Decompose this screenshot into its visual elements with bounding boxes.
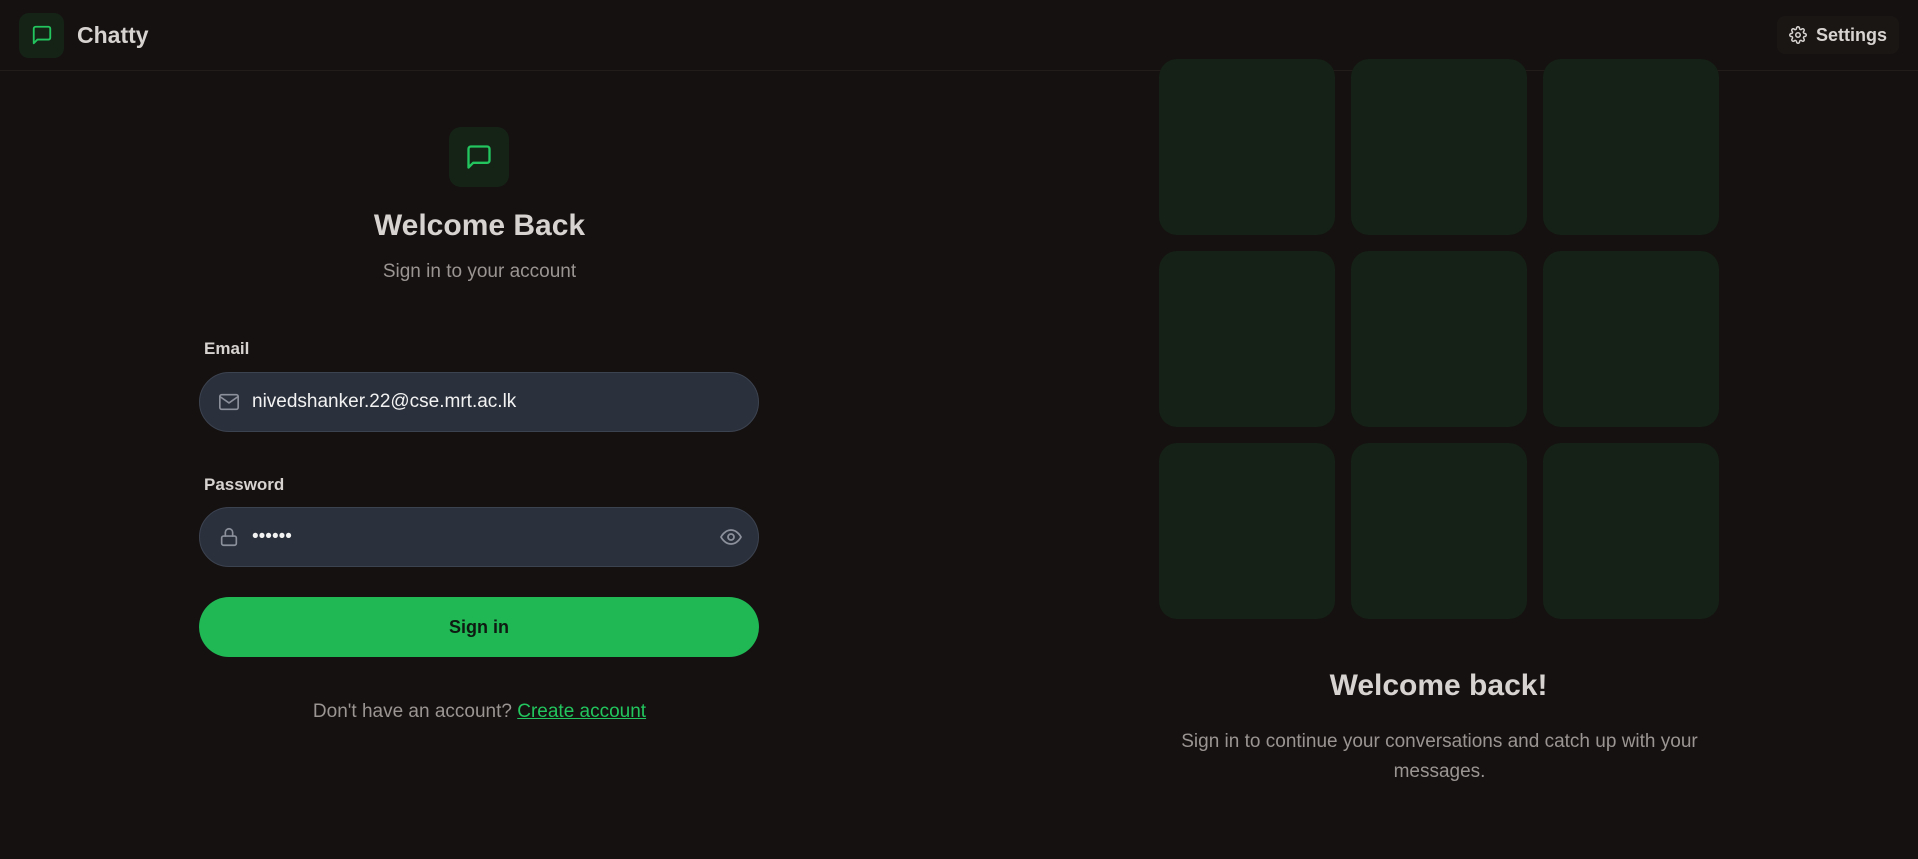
lock-icon [216,524,242,550]
gear-icon [1789,26,1807,44]
message-square-icon [19,12,64,58]
settings-button[interactable]: Settings [1776,16,1899,54]
password-label: Password [204,475,285,494]
pattern-tile [1351,443,1527,619]
email-field[interactable] [242,373,744,431]
page-subtitle: Sign in to your account [382,261,577,282]
brand-link[interactable]: Chatty [19,12,149,58]
pattern-tile [1159,59,1335,235]
pattern-tile [1543,251,1719,427]
password-field[interactable] [242,508,718,566]
email-field-wrapper [199,372,759,432]
settings-label: Settings [1815,24,1887,45]
sign-in-button[interactable]: Sign in [199,597,759,657]
auth-image-pattern: Welcome back! Sign in to continue your c… [959,59,1918,859]
app-name: Chatty [77,21,149,48]
password-field-wrapper [199,507,759,567]
email-label: Email [204,339,250,358]
login-panel: Welcome Back Sign in to your account Ema… [0,71,959,859]
pattern-tile [1159,251,1335,427]
tile-grid [1159,59,1720,619]
page-title: Welcome Back [373,209,586,242]
panel-description: Sign in to continue your conversations a… [1181,731,1698,782]
eye-icon[interactable] [718,524,744,550]
mail-icon [216,389,242,415]
panel-title: Welcome back! [1329,669,1548,702]
message-square-icon [449,127,509,187]
signup-prompt-text: Don't have an account? [312,701,512,722]
pattern-tile [1351,251,1527,427]
signup-prompt: Don't have an account? Create account [0,701,959,723]
create-account-link[interactable]: Create account [517,701,646,722]
pattern-tile [1543,59,1719,235]
pattern-tile [1351,59,1527,235]
pattern-tile [1543,443,1719,619]
pattern-tile [1159,443,1335,619]
